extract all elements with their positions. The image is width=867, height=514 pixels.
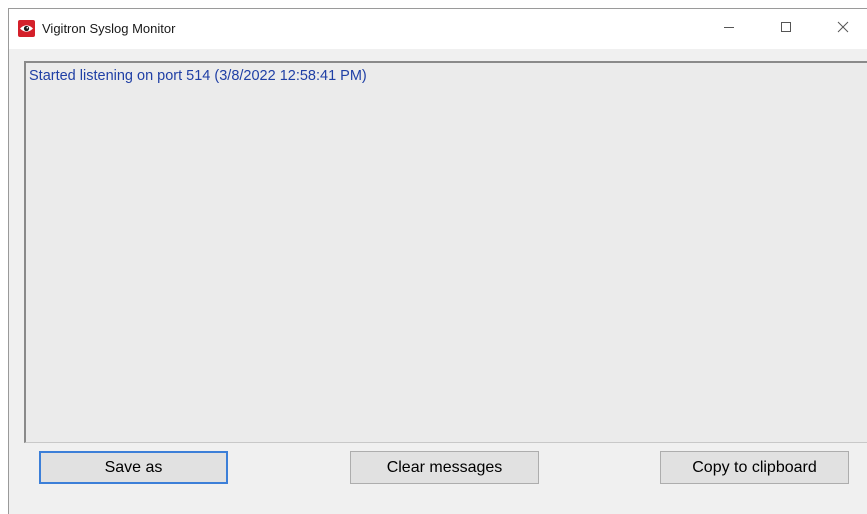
close-icon xyxy=(837,20,849,38)
log-messages-box[interactable]: Started listening on port 514 (3/8/2022 … xyxy=(24,61,867,443)
maximize-icon xyxy=(780,20,792,38)
save-as-button[interactable]: Save as xyxy=(39,451,228,484)
vigitron-eye-icon xyxy=(18,20,35,37)
minimize-icon xyxy=(723,20,735,38)
title-bar[interactable]: Vigitron Syslog Monitor xyxy=(9,9,867,49)
log-line: Started listening on port 514 (3/8/2022 … xyxy=(29,68,367,84)
app-window: Vigitron Syslog Monitor Started listenin… xyxy=(8,8,867,514)
window-title: Vigitron Syslog Monitor xyxy=(42,21,176,36)
close-button[interactable] xyxy=(820,9,866,49)
maximize-button[interactable] xyxy=(763,9,809,49)
clear-messages-button[interactable]: Clear messages xyxy=(350,451,539,484)
copy-to-clipboard-button[interactable]: Copy to clipboard xyxy=(660,451,849,484)
minimize-button[interactable] xyxy=(706,9,752,49)
